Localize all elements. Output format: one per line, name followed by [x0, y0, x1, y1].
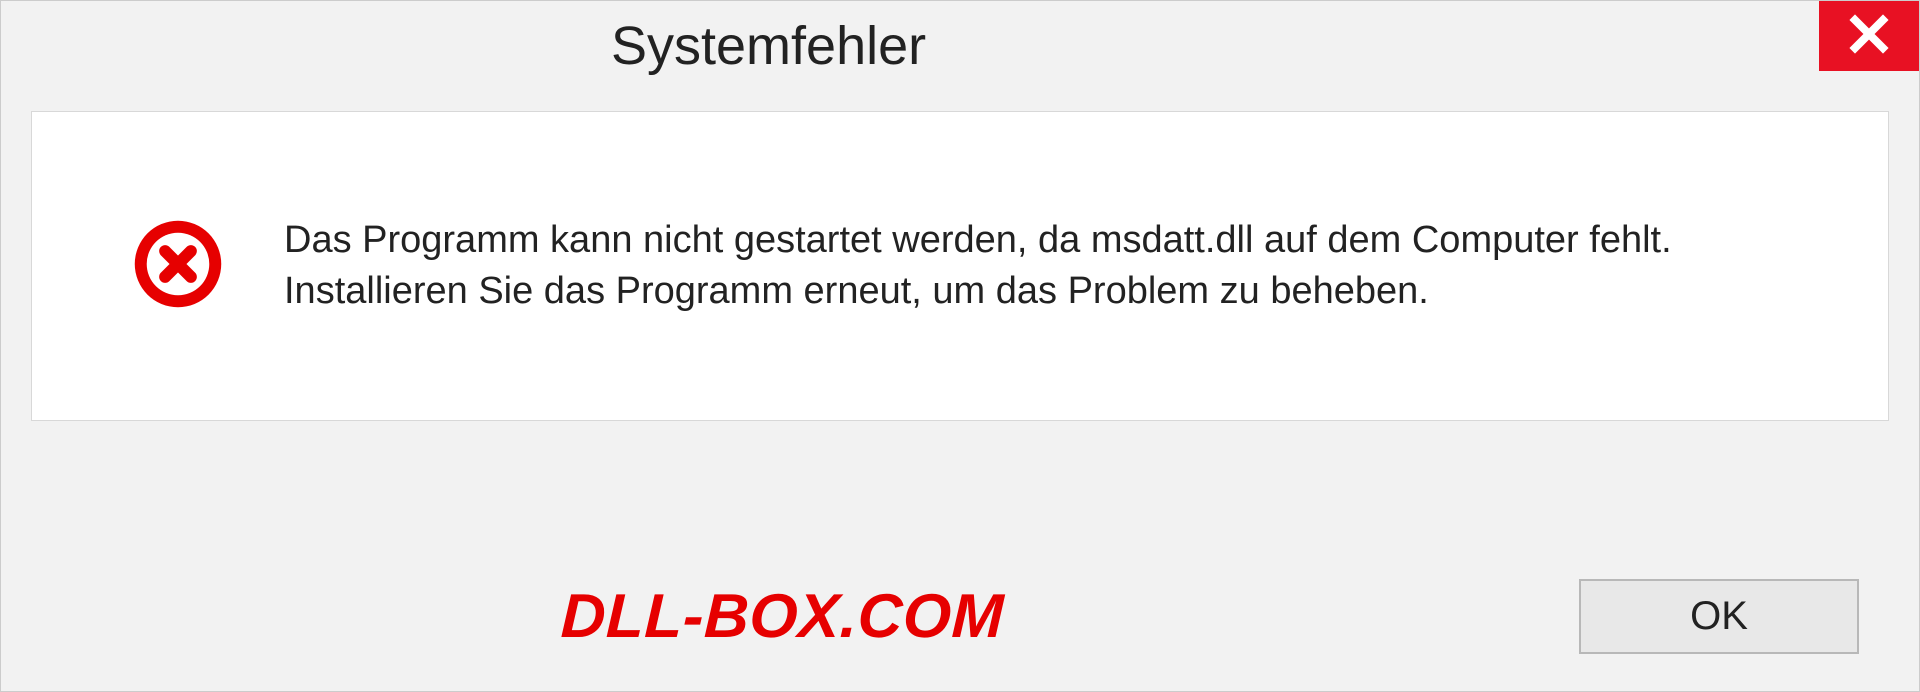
- dialog-titlebar: Systemfehler: [1, 1, 1919, 91]
- error-icon: [132, 218, 224, 315]
- ok-button[interactable]: OK: [1579, 579, 1859, 654]
- dialog-content: Das Programm kann nicht gestartet werden…: [31, 111, 1889, 421]
- close-icon: [1848, 13, 1890, 60]
- error-message: Das Programm kann nicht gestartet werden…: [284, 215, 1818, 318]
- dialog-title: Systemfehler: [611, 15, 926, 77]
- watermark-text: DLL-BOX.COM: [560, 581, 1005, 652]
- dialog-footer: DLL-BOX.COM OK: [1, 541, 1919, 691]
- close-button[interactable]: [1819, 1, 1919, 71]
